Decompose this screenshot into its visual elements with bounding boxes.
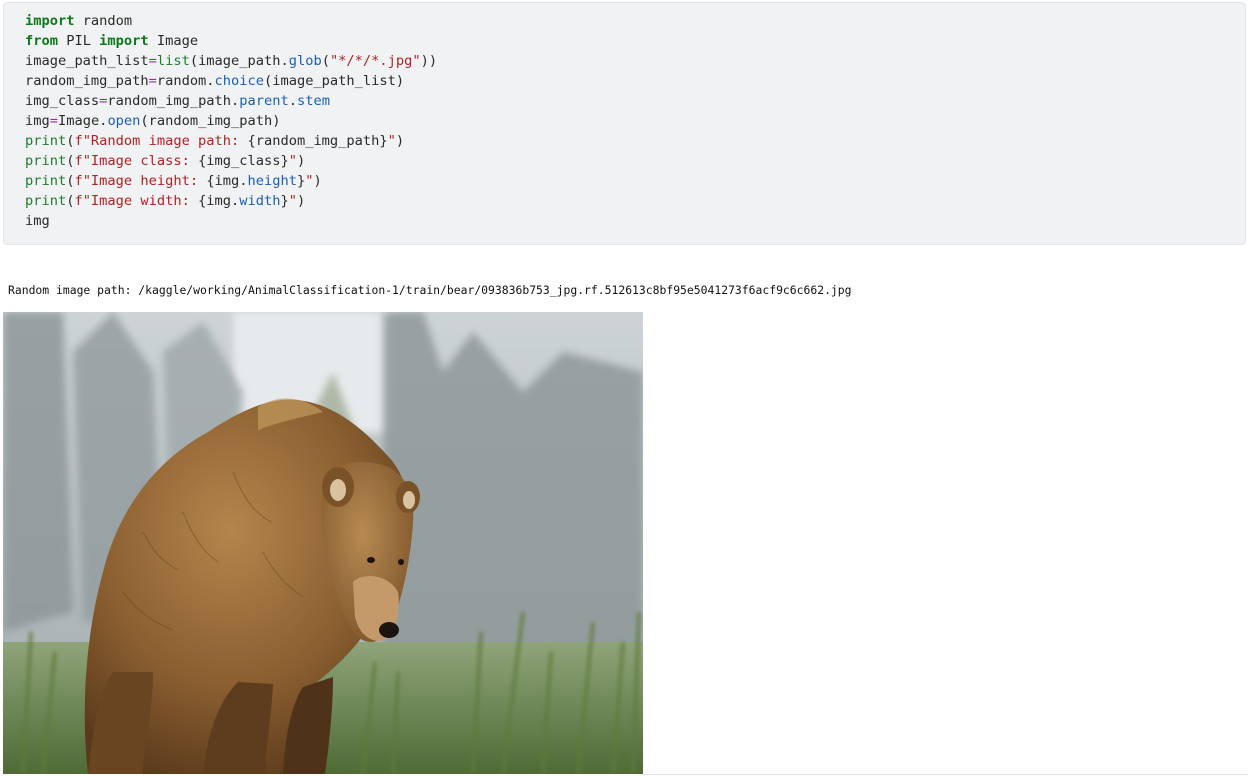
code-token: from <box>25 33 58 49</box>
code-token: . <box>288 93 297 109</box>
code-token: {random_img_path} <box>247 133 388 149</box>
code-token: choice <box>214 73 264 89</box>
code-token: " <box>387 133 396 149</box>
code-token: image_path_list <box>25 53 149 69</box>
code-token: (image_path. <box>189 53 289 69</box>
code-token: f"Image height: <box>74 173 207 189</box>
code-line: img_class=random_img_path.parent.stem <box>25 91 437 111</box>
divider <box>643 774 1248 775</box>
code-token: import <box>25 13 75 29</box>
code-token: img <box>25 113 50 129</box>
code-token: open <box>107 113 141 129</box>
code-token: img_class <box>25 93 100 109</box>
code-editor[interactable]: import random from PIL import Image image_… <box>25 11 437 231</box>
code-token: " <box>288 153 297 169</box>
code-token: random_img_path <box>25 73 149 89</box>
code-token: import <box>99 33 149 49</box>
code-token: random <box>74 13 133 29</box>
code-token: print <box>25 133 67 149</box>
code-token: = <box>148 73 157 89</box>
code-token: PIL <box>57 33 100 49</box>
code-line: print(f"Random image path: {random_img_p… <box>25 131 437 151</box>
code-token: list <box>156 53 190 69</box>
code-cell[interactable]: import random from PIL import Image image_… <box>3 2 1246 245</box>
code-token: f"Random image path: <box>74 133 248 149</box>
code-token: } <box>280 193 289 209</box>
code-token: random_img_path. <box>107 93 240 109</box>
code-token: ) <box>313 173 322 189</box>
code-token: )) <box>420 53 438 69</box>
code-token: parent <box>239 93 289 109</box>
code-line: print(f"Image width: {img.width}") <box>25 191 437 211</box>
notebook: import random from PIL import Image image_… <box>0 0 1248 776</box>
code-token: {img. <box>206 173 248 189</box>
code-token: print <box>25 193 67 209</box>
code-token: f"Image class: <box>74 153 199 169</box>
code-line: print(f"Image class: {img_class}") <box>25 151 437 171</box>
code-line: import random <box>25 11 437 31</box>
code-token: } <box>296 173 306 189</box>
code-token: Image <box>148 33 199 49</box>
code-line: img=Image.open(random_img_path) <box>25 111 437 131</box>
code-token: (random_img_path) <box>140 113 281 129</box>
code-token: width <box>239 193 281 209</box>
code-line: img <box>25 211 437 231</box>
code-token: (image_path_list) <box>264 73 405 89</box>
code-token: ) <box>296 153 306 169</box>
code-token: glob <box>288 53 322 69</box>
code-line: print(f"Image height: {img.height}") <box>25 171 437 191</box>
code-token: = <box>148 53 157 69</box>
code-token: = <box>49 113 58 129</box>
code-line: image_path_list=list(image_path.glob("*/… <box>25 51 437 71</box>
code-line: random_img_path=random.choice(image_path… <box>25 71 437 91</box>
bear-image <box>3 312 643 774</box>
code-token: "*/*/*.jpg" <box>329 53 421 69</box>
code-token: Image. <box>57 113 108 129</box>
code-token: ) <box>395 133 405 149</box>
code-line: from PIL import Image <box>25 31 437 51</box>
code-token: {img_class} <box>198 153 289 169</box>
code-token: {img. <box>198 193 240 209</box>
code-token: ( <box>321 53 330 69</box>
code-token: " <box>288 193 297 209</box>
code-token: stem <box>296 93 330 109</box>
code-token: random. <box>156 73 215 89</box>
code-token: height <box>247 173 297 189</box>
output-line: Random image path: /kaggle/working/Anima… <box>8 283 852 297</box>
code-token: f"Image width: <box>74 193 199 209</box>
code-token: print <box>25 153 67 169</box>
code-token: img <box>25 213 50 229</box>
code-token: ) <box>296 193 306 209</box>
code-token: print <box>25 173 67 189</box>
